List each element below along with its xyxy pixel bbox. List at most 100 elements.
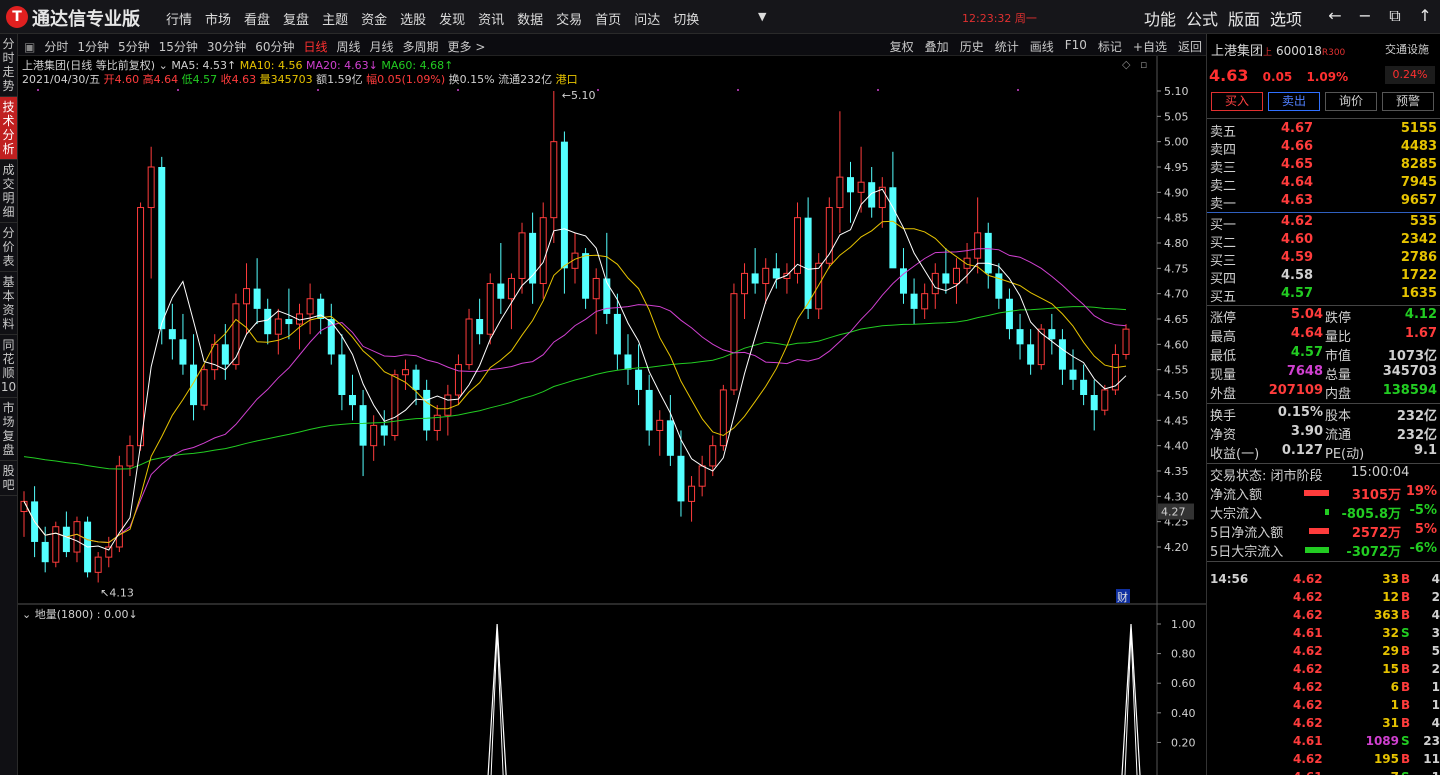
bid-row-3[interactable]: 买四 4.58 1722 [1207,268,1440,287]
left-tab-1[interactable]: 技术分析 [0,97,17,160]
menu-item-7[interactable]: 发现 [439,9,465,28]
candle-down[interactable] [889,187,897,269]
chart-tool-5[interactable]: F10 [1065,38,1087,55]
period-tab-3[interactable]: 15分钟 [159,38,198,55]
candle-down[interactable] [677,455,685,502]
candle-down[interactable] [476,319,484,335]
candle-up[interactable] [274,318,282,335]
period-tab-9[interactable]: 多周期 [403,38,439,55]
period-tab-8[interactable]: 月线 [370,38,394,55]
ask-row-3[interactable]: 卖二 4.64 7945 [1207,175,1440,194]
candle-down[interactable] [348,395,356,406]
menu-item-12[interactable]: 问达 [634,9,660,28]
candle-up[interactable] [688,485,696,502]
ask-row-4[interactable]: 卖一 4.63 9657 [1207,193,1440,212]
panel-toggle-icon[interactable]: ▣ [24,40,35,54]
tool-menu-2[interactable]: 版面 [1228,6,1260,30]
menu-item-0[interactable]: 行情 [166,9,192,28]
chart-tool-3[interactable]: 统计 [995,38,1019,55]
candle-down[interactable] [1016,329,1024,345]
candle-up[interactable] [1101,389,1109,411]
period-tab-5[interactable]: 60分钟 [255,38,294,55]
candle-down[interactable] [942,273,950,284]
menu-item-13[interactable]: 切换 [673,9,699,28]
candle-down[interactable] [264,308,272,335]
candle-up[interactable] [656,419,664,431]
candle-down[interactable] [1005,298,1013,330]
candle-up[interactable] [486,283,494,335]
candle-down[interactable] [1069,369,1077,380]
bid-row-2[interactable]: 买三 4.59 2786 [1207,250,1440,269]
candle-down[interactable] [158,167,166,330]
candle-up[interactable] [730,293,738,391]
tool-menu-0[interactable]: 功能 [1144,6,1176,30]
candle-down[interactable] [179,339,187,365]
sector-tag[interactable]: 港口 [556,73,578,86]
candle-up[interactable] [1122,328,1130,355]
candle-down[interactable] [910,293,918,309]
sector-button[interactable]: 交通设施 [1385,41,1429,57]
candle-down[interactable] [41,541,49,563]
candle-down[interactable] [1080,379,1088,395]
candle-down[interactable] [412,369,420,390]
candle-up[interactable] [73,521,81,553]
ask-row-0[interactable]: 卖五 4.67 5155 [1207,121,1440,140]
left-tab-7[interactable]: 股吧 [0,461,17,496]
candle-down[interactable] [253,288,261,309]
candle-up[interactable] [952,267,960,285]
candle-down[interactable] [666,420,674,456]
ask-row-1[interactable]: 卖四 4.66 4483 [1207,139,1440,158]
menu-item-8[interactable]: 资讯 [478,9,504,28]
bid-row-4[interactable]: 买五 4.57 1635 [1207,286,1440,305]
chart-tool-1[interactable]: 叠加 [925,38,949,55]
candle-down[interactable] [624,354,632,370]
candle-up[interactable] [306,298,314,315]
candle-down[interactable] [221,344,229,365]
back-icon[interactable]: ← [1320,6,1350,26]
candle-up[interactable] [465,318,473,366]
candle-down[interactable] [635,369,643,390]
tool-menu-1[interactable]: 公式 [1186,6,1218,30]
candle-up[interactable] [126,445,134,467]
candle-up[interactable] [391,374,399,437]
bid-row-1[interactable]: 买二 4.60 2342 [1207,232,1440,251]
kline-chart-area[interactable]: 5.10 5.05 5.00 4.95 4.90 4.85 4.80 4.75 4.70 4.65… [18,56,1206,775]
menu-item-3[interactable]: 复盘 [283,9,309,28]
candle-down[interactable] [168,329,176,340]
left-tab-2[interactable]: 成交明细 [0,160,17,223]
candle-up[interactable] [147,166,155,209]
candle-up[interactable] [836,176,844,209]
candle-down[interactable] [1027,344,1035,365]
chart-tool-0[interactable]: 复权 [890,38,914,55]
candle-down[interactable] [847,177,854,193]
indicator-collapse-icon[interactable]: ⌄ [22,608,31,621]
candle-up[interactable] [232,303,240,366]
candle-up[interactable] [137,207,145,447]
candle-up[interactable] [539,217,547,285]
candle-down[interactable] [804,217,812,309]
ask-row-2[interactable]: 卖三 4.65 8285 [1207,157,1440,176]
candle-up[interactable] [370,424,378,447]
chart-tool-6[interactable]: 标记 [1098,38,1122,55]
candle-up[interactable] [741,272,749,295]
chart-tool-2[interactable]: 历史 [960,38,984,55]
candle-down[interactable] [423,389,431,431]
chart-expand-icon[interactable]: ▫ [1140,58,1147,71]
candle-down[interactable] [984,232,992,274]
candle-up[interactable] [105,546,113,558]
left-tab-6[interactable]: 市场复盘 [0,398,17,461]
left-tab-4[interactable]: 基本资料 [0,272,17,335]
candle-up[interactable] [94,556,102,573]
chart-tool-7[interactable]: +自选 [1133,38,1167,55]
candle-up[interactable] [921,293,929,310]
alert-button[interactable]: 预警 [1382,92,1434,111]
period-tab-10[interactable]: 更多 > [448,38,486,55]
candle-up[interactable] [974,232,982,259]
inquiry-button[interactable]: 询价 [1325,92,1377,111]
period-tab-2[interactable]: 5分钟 [118,38,150,55]
candle-down[interactable] [868,182,876,208]
candle-down[interactable] [772,268,780,279]
period-tab-6[interactable]: 日线 [303,38,327,55]
sell-button[interactable]: 卖出 [1268,92,1320,111]
candle-up[interactable] [857,181,865,193]
